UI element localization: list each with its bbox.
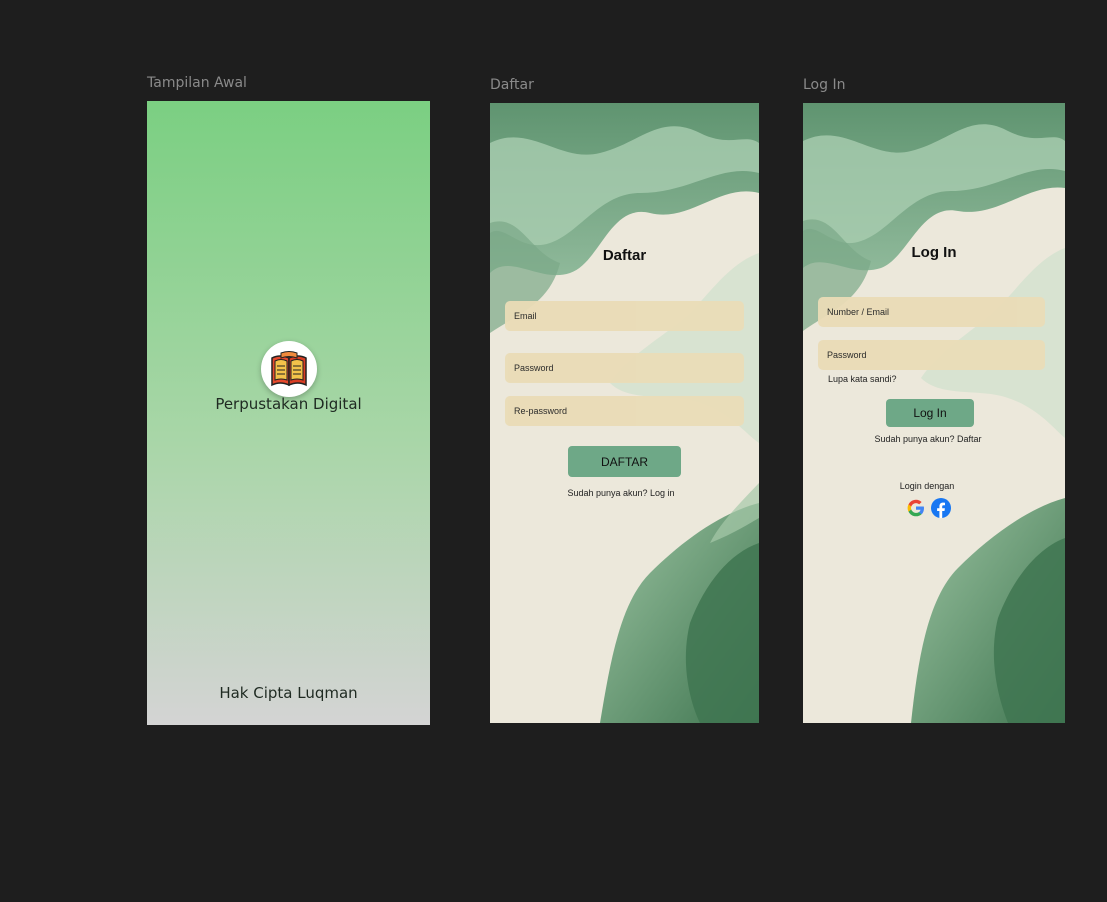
register-screen: Daftar Email Password Re-password DAFTAR… bbox=[490, 103, 759, 723]
password-field[interactable]: Password bbox=[505, 353, 744, 383]
login-link[interactable]: Sudah punya akun? Log in bbox=[490, 488, 752, 498]
password-field[interactable]: Password bbox=[818, 340, 1045, 370]
social-login-label: Login dengan bbox=[899, 481, 955, 491]
login-button[interactable]: Log In bbox=[886, 399, 974, 427]
page-title: Daftar bbox=[602, 247, 647, 264]
repassword-field[interactable]: Re-password bbox=[505, 396, 744, 426]
google-icon[interactable] bbox=[906, 498, 926, 523]
book-icon bbox=[271, 351, 307, 387]
login-screen: Log In Number / Email Password Lupa kata… bbox=[803, 103, 1065, 723]
register-link[interactable]: Sudah punya akun? Daftar bbox=[803, 434, 1053, 444]
copyright-footer: Hak Cipta Luqman bbox=[219, 684, 358, 702]
email-field[interactable]: Email bbox=[505, 301, 744, 331]
page-title: Log In bbox=[911, 244, 957, 261]
register-button[interactable]: DAFTAR bbox=[568, 446, 681, 477]
identifier-field[interactable]: Number / Email bbox=[818, 297, 1045, 327]
frame-label-daftar: Daftar bbox=[490, 77, 534, 93]
splash-screen: Perpustakan Digital Hak Cipta Luqman bbox=[147, 101, 430, 725]
app-name: Perpustakan Digital bbox=[215, 395, 362, 413]
facebook-icon[interactable] bbox=[931, 498, 951, 523]
forgot-password-link[interactable]: Lupa kata sandi? bbox=[828, 374, 897, 384]
frame-label-login: Log In bbox=[803, 77, 846, 93]
app-logo bbox=[261, 341, 317, 397]
frame-label-splash: Tampilan Awal bbox=[147, 75, 247, 91]
